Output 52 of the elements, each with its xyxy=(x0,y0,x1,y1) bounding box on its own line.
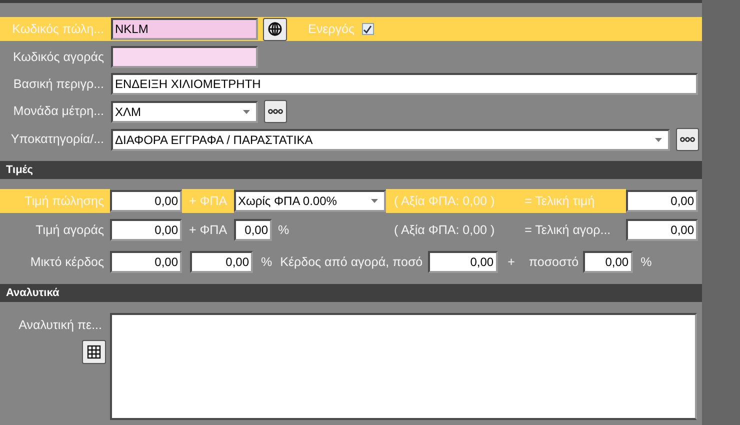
label: + ΦΠΑ xyxy=(188,192,228,210)
field-label: Μικτό κέρδος xyxy=(29,254,105,271)
input-field[interactable]: 0,00 xyxy=(110,251,182,273)
more-button[interactable] xyxy=(264,100,287,123)
field-label: Κωδικός αγοράς xyxy=(12,48,105,66)
ellipsis-icon xyxy=(268,109,283,114)
field-label: Υποκατηγορία/... xyxy=(10,131,105,148)
label: % xyxy=(278,222,290,239)
input-field[interactable]: 0,00 xyxy=(110,190,182,212)
caret-icon xyxy=(371,199,378,203)
label: + ΦΠΑ xyxy=(188,222,228,239)
input-field[interactable]: ΕΝΔΕΙΞΗ ΧΙΛΙΟΜΕΤΡΗΤΗ xyxy=(111,73,698,95)
label: ( Αξία ΦΠΑ: 0,00 ) xyxy=(394,192,495,210)
label: + xyxy=(508,254,515,271)
input-field[interactable]: 0,00 xyxy=(234,219,272,241)
input-field[interactable] xyxy=(111,46,258,68)
ellipsis-icon xyxy=(680,137,695,142)
label: Κέρδος από αγορά, ποσό xyxy=(280,254,423,271)
dropdown[interactable]: Χωρίς ΦΠΑ 0.00% xyxy=(234,190,386,212)
label: % xyxy=(640,254,652,271)
field-label: Βασική περιγρ... xyxy=(12,76,105,93)
label: % xyxy=(261,254,272,271)
field-label: Κωδικός πώλη... xyxy=(11,20,105,38)
label: ποσοστό xyxy=(528,254,579,271)
grid-button[interactable] xyxy=(82,340,106,364)
section-header: Αναλυτικά xyxy=(0,284,702,302)
input-field[interactable]: 0,00 xyxy=(626,190,698,212)
text-area[interactable] xyxy=(110,313,697,420)
input-field[interactable]: 0,00 xyxy=(110,219,182,241)
input-field[interactable]: NKLM xyxy=(111,18,258,40)
section-header: Τιμές xyxy=(0,161,702,179)
field-label: Αναλυτική πε... xyxy=(18,317,103,334)
label: ( Αξία ΦΠΑ: 0,00 ) xyxy=(394,222,495,239)
dropdown[interactable]: ΧΛΜ xyxy=(111,100,258,122)
checkbox[interactable] xyxy=(362,23,374,35)
globe-icon xyxy=(268,22,282,36)
field-label: Μονάδα μέτρη... xyxy=(12,103,105,120)
label: = Τελική αγορ... xyxy=(524,222,611,239)
input-field[interactable]: 0,00 xyxy=(582,251,633,273)
label: Ενεργός xyxy=(308,20,354,38)
input-field[interactable]: 0,00 xyxy=(626,219,698,241)
field-label: Τιμή πώλησης xyxy=(24,192,105,210)
dropdown[interactable]: ΔΙΑΦΟΡΑ ΕΓΓΡΑΦΑ / ΠΑΡΑΣΤΑΤΙΚΑ xyxy=(111,128,670,150)
more-button[interactable] xyxy=(676,128,699,151)
label: = Τελική τιμή xyxy=(524,192,595,210)
grid-icon xyxy=(87,344,101,359)
input-field[interactable]: 0,00 xyxy=(190,251,253,273)
caret-icon xyxy=(655,138,662,142)
field-label: Τιμή αγοράς xyxy=(34,222,105,239)
globe-button[interactable] xyxy=(263,18,287,40)
caret-icon xyxy=(243,110,250,114)
input-field[interactable]: 0,00 xyxy=(428,251,498,273)
